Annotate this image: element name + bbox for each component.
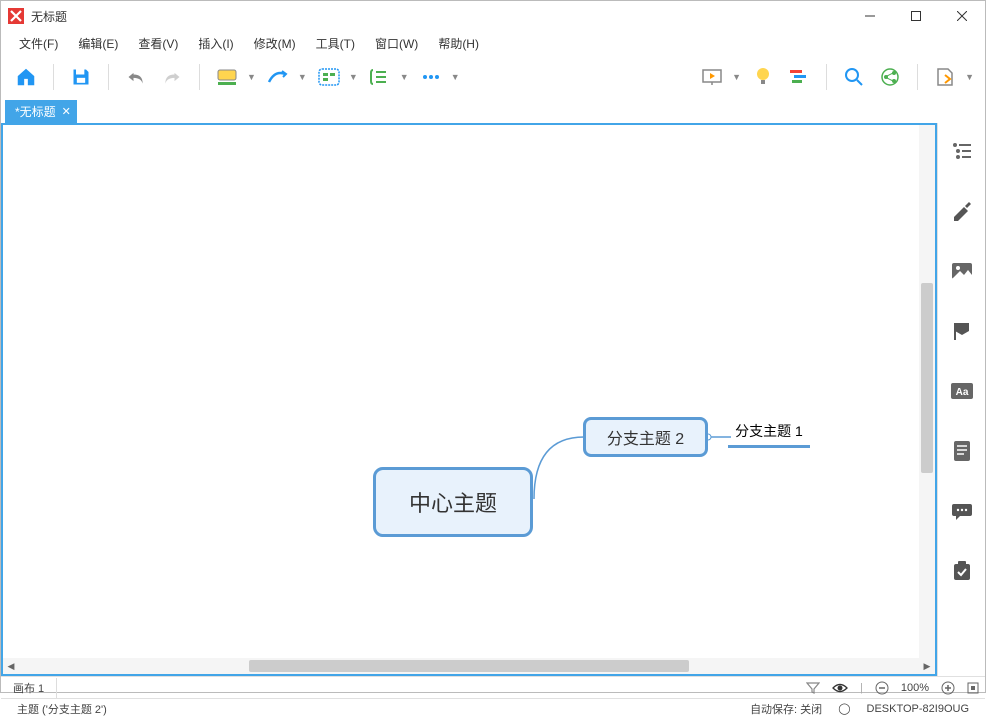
right-sidebar: Aa: [937, 123, 985, 676]
relationship-dropdown[interactable]: ▼: [295, 64, 310, 90]
menu-modify[interactable]: 修改(M): [244, 32, 306, 55]
separator: [108, 64, 109, 90]
topic-color-button[interactable]: [210, 60, 244, 94]
boundary-dropdown[interactable]: ▼: [346, 64, 361, 90]
summary-dropdown[interactable]: ▼: [397, 64, 412, 90]
menu-window[interactable]: 窗口(W): [365, 32, 428, 55]
close-button[interactable]: [939, 1, 985, 31]
window-title: 无标题: [31, 8, 847, 25]
menu-bar: 文件(F) 编辑(E) 查看(V) 插入(I) 修改(M) 工具(T) 窗口(W…: [1, 31, 985, 55]
menu-help[interactable]: 帮助(H): [428, 32, 489, 55]
share-button[interactable]: [873, 60, 907, 94]
boundary-button[interactable]: [312, 60, 346, 94]
toolbar: ▼ ▼ ▼ ▼ ▼ ▼ ▼: [1, 55, 985, 99]
outline-icon[interactable]: [948, 137, 976, 165]
visibility-icon[interactable]: [826, 683, 854, 693]
title-bar: 无标题: [1, 1, 985, 31]
search-button[interactable]: [837, 60, 871, 94]
brainstorm-button[interactable]: [746, 60, 780, 94]
separator: [826, 64, 827, 90]
image-icon[interactable]: [948, 257, 976, 285]
status-autosave: 自动保存: 关闭: [742, 701, 830, 717]
topic-color-dropdown[interactable]: ▼: [244, 64, 259, 90]
subtopic-2-node[interactable]: 分支主题 2: [583, 417, 708, 457]
home-button[interactable]: [9, 60, 43, 94]
relationship-button[interactable]: [261, 60, 295, 94]
tab-label: *无标题: [15, 103, 56, 120]
more-dropdown[interactable]: ▼: [448, 64, 463, 90]
subtopic-1-node[interactable]: 分支主题 1: [728, 421, 810, 448]
export-dropdown[interactable]: ▼: [962, 64, 977, 90]
minimize-button[interactable]: [847, 1, 893, 31]
export-button[interactable]: [928, 60, 962, 94]
status-indicator: ◯: [830, 702, 858, 715]
maximize-button[interactable]: [893, 1, 939, 31]
workspace: 中心主题 分支主题 2 分支主题 1 ◀▶ Aa: [1, 123, 985, 676]
tab-active[interactable]: *无标题 ✕: [5, 100, 77, 123]
marker-icon[interactable]: [948, 317, 976, 345]
bottom-bar: 画布 1 | 100%: [1, 676, 985, 698]
fit-button[interactable]: [961, 682, 985, 694]
menu-edit[interactable]: 编辑(E): [68, 32, 128, 55]
separator: [199, 64, 200, 90]
redo-button[interactable]: [155, 60, 189, 94]
tab-bar: *无标题 ✕: [1, 99, 985, 123]
horizontal-scrollbar[interactable]: ◀▶: [3, 658, 935, 674]
zoom-in-button[interactable]: [935, 681, 961, 695]
status-bar: 主题 ('分支主题 2') 自动保存: 关闭 ◯ DESKTOP-82I9OUG: [1, 698, 985, 718]
menu-file[interactable]: 文件(F): [9, 32, 68, 55]
menu-insert[interactable]: 插入(I): [188, 32, 243, 55]
app-icon: [7, 7, 25, 25]
task-icon[interactable]: [948, 557, 976, 585]
filter-icon[interactable]: [800, 682, 826, 694]
more-button[interactable]: [414, 60, 448, 94]
menu-tools[interactable]: 工具(T): [306, 32, 365, 55]
svg-text:Aa: Aa: [955, 387, 968, 398]
zoom-level[interactable]: 100%: [895, 682, 935, 694]
separator: [917, 64, 918, 90]
separator: [53, 64, 54, 90]
menu-view[interactable]: 查看(V): [128, 32, 188, 55]
presentation-dropdown[interactable]: ▼: [729, 64, 744, 90]
comments-icon[interactable]: [948, 497, 976, 525]
undo-button[interactable]: [119, 60, 153, 94]
save-button[interactable]: [64, 60, 98, 94]
sheet-tab[interactable]: 画布 1: [1, 678, 57, 698]
presentation-button[interactable]: [695, 60, 729, 94]
status-device: DESKTOP-82I9OUG: [859, 703, 978, 715]
gantt-button[interactable]: [782, 60, 816, 94]
status-selection: 主题 ('分支主题 2'): [9, 701, 115, 717]
zoom-out-button[interactable]: [869, 681, 895, 695]
central-topic-node[interactable]: 中心主题: [373, 467, 533, 537]
text-style-icon[interactable]: Aa: [948, 377, 976, 405]
summary-button[interactable]: [363, 60, 397, 94]
canvas-area[interactable]: 中心主题 分支主题 2 分支主题 1 ◀▶: [1, 123, 937, 676]
notes-icon[interactable]: [948, 437, 976, 465]
vertical-scrollbar[interactable]: [919, 125, 935, 658]
format-icon[interactable]: [948, 197, 976, 225]
tab-close-icon[interactable]: ✕: [62, 105, 71, 118]
